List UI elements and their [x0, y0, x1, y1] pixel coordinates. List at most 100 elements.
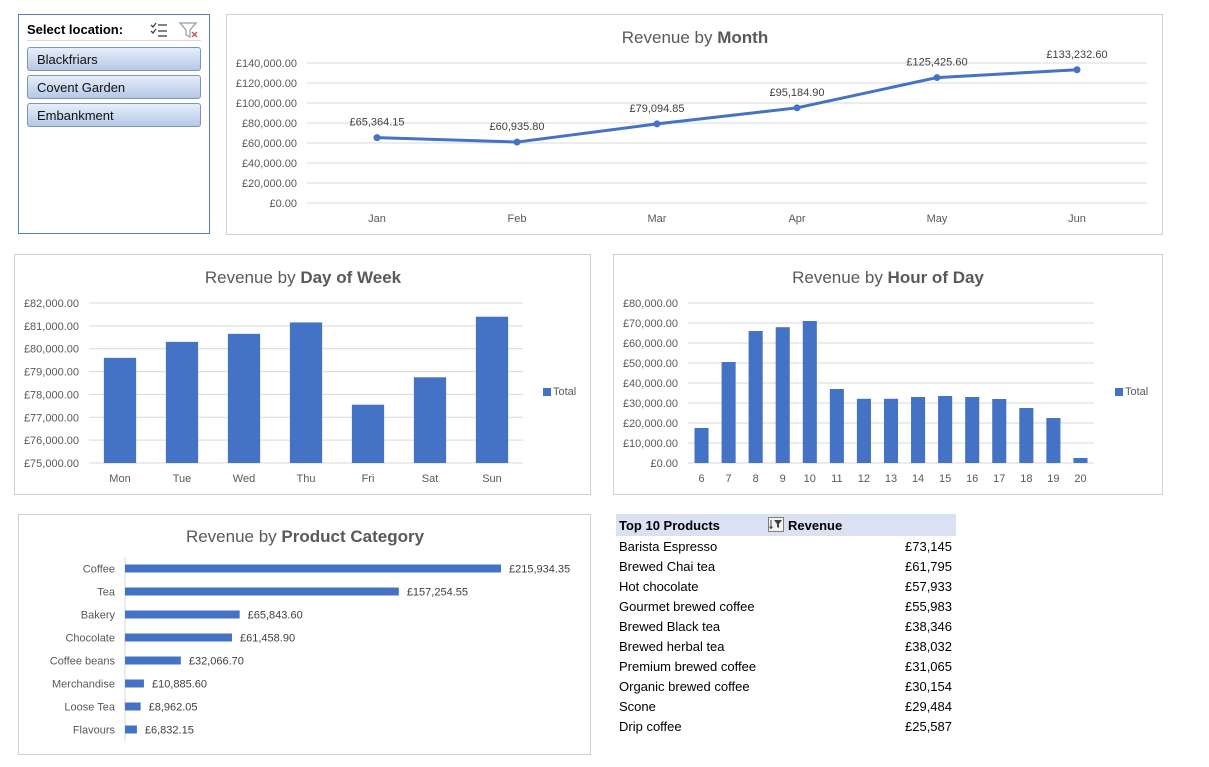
data-point: [513, 138, 521, 146]
product-name: Hot chocolate: [619, 579, 699, 594]
y-tick-label: £77,000.00: [24, 412, 79, 424]
data-label: £6,832.15: [145, 725, 194, 737]
x-tick-label: Thu: [297, 473, 316, 485]
bar: [694, 428, 709, 463]
category-label: Flavours: [73, 725, 116, 737]
x-tick-label: Feb: [508, 213, 527, 225]
x-tick-label: Sun: [482, 473, 502, 485]
sort-filter-icon[interactable]: [768, 517, 784, 532]
bar: [125, 679, 144, 688]
x-tick-label: 16: [966, 473, 978, 485]
legend-label: Total: [553, 386, 576, 398]
bar: [125, 656, 181, 665]
bar: [351, 404, 385, 463]
table-row: Hot chocolate £57,933: [616, 576, 956, 596]
table-row: Gourmet brewed coffee £55,983: [616, 596, 956, 616]
product-name: Drip coffee: [619, 719, 682, 734]
product-revenue: £30,154: [905, 679, 952, 694]
y-tick-label: £75,000.00: [24, 458, 79, 470]
category-label: Coffee beans: [50, 656, 116, 668]
bar: [883, 398, 899, 463]
table-header: Top 10 Products Revenue: [616, 514, 956, 536]
revenue-by-category-chart: Revenue by Product Category Coffee £215,93…: [50, 527, 570, 741]
chart-title: Revenue by Product Category: [186, 527, 425, 546]
slicer-item-blackfriars[interactable]: Blackfriars: [27, 47, 201, 71]
x-tick-label: 12: [858, 473, 870, 485]
y-tick-label: £120,000.00: [236, 78, 297, 90]
category-label: Coffee: [83, 564, 115, 576]
revenue-by-day-panel: Revenue by Day of Week £75,000.00 £76,000.…: [14, 254, 591, 495]
series-line: [376, 68, 1078, 144]
product-name: Organic brewed coffee: [619, 679, 750, 694]
bar: [475, 316, 509, 463]
category-label: Bakery: [81, 610, 116, 622]
chart-title: Revenue by Day of Week: [205, 268, 402, 287]
y-tick-label: £76,000.00: [24, 435, 79, 447]
data-label: £157,254.55: [407, 587, 468, 599]
revenue-by-hour-chart: Revenue by Hour of Day £0.00 £10,000.00 £20…: [623, 268, 1148, 485]
x-tick-label: 11: [831, 473, 842, 485]
legend-swatch: [543, 388, 551, 396]
data-point: [653, 120, 661, 128]
product-revenue: £29,484: [905, 699, 952, 714]
bar: [103, 357, 137, 463]
multi-select-icon[interactable]: [149, 21, 169, 39]
y-tick-label: £50,000.00: [623, 358, 678, 370]
y-tick-label: £80,000.00: [242, 118, 297, 130]
x-tick-label: Tue: [173, 473, 192, 485]
y-tick-label: £30,000.00: [623, 398, 678, 410]
product-revenue: £25,587: [905, 719, 952, 734]
clear-filter-icon[interactable]: [179, 21, 199, 39]
bar: [125, 725, 137, 734]
y-tick-label: £40,000.00: [242, 158, 297, 170]
bar: [775, 327, 790, 463]
y-tick-label: £100,000.00: [236, 98, 297, 110]
slicer-item-covent-garden[interactable]: Covent Garden: [27, 75, 201, 99]
bar: [992, 399, 1007, 463]
product-revenue: £55,983: [905, 599, 952, 614]
bar: [748, 331, 763, 463]
table-row: Premium brewed coffee £31,065: [616, 656, 956, 676]
chart-title: Revenue by Month: [622, 28, 768, 47]
y-tick-label: £0.00: [269, 198, 297, 210]
product-name: Brewed Chai tea: [619, 559, 716, 574]
bar: [802, 321, 817, 463]
y-tick-label: £20,000.00: [242, 178, 297, 190]
legend-label: Total: [1125, 386, 1148, 398]
bar: [227, 333, 261, 463]
y-tick-label: £79,000.00: [24, 367, 79, 379]
y-tick-label: £0.00: [650, 458, 678, 470]
revenue-by-day-chart: Revenue by Day of Week £75,000.00 £76,000.…: [24, 268, 576, 485]
location-slicer: Select location: Blackfriars Covent Gard…: [18, 14, 210, 234]
product-revenue: £38,032: [905, 639, 952, 654]
y-tick-label: £60,000.00: [623, 338, 678, 350]
x-tick-label: 7: [726, 473, 732, 485]
data-label: £125,425.60: [906, 57, 967, 69]
bar: [125, 633, 233, 642]
x-tick-label: Mar: [648, 213, 667, 225]
chart-title: Revenue by Hour of Day: [792, 268, 984, 287]
y-tick-label: £10,000.00: [623, 438, 678, 450]
x-tick-label: 10: [804, 473, 816, 485]
slicer-title: Select location:: [27, 22, 124, 37]
bar: [829, 389, 844, 463]
bar: [165, 341, 199, 463]
bar: [938, 396, 953, 463]
category-label: Merchandise: [52, 679, 115, 691]
table-row: Brewed Chai tea £61,795: [616, 556, 956, 576]
slicer-item-embankment[interactable]: Embankment: [27, 103, 201, 127]
table-row: Brewed herbal tea £38,032: [616, 636, 956, 656]
y-tick-label: £40,000.00: [623, 378, 678, 390]
bar: [125, 587, 399, 596]
x-tick-label: Mon: [109, 473, 130, 485]
y-tick-label: £81,000.00: [24, 321, 79, 333]
bar: [721, 362, 736, 463]
table-row: Organic brewed coffee £30,154: [616, 676, 956, 696]
data-label: £32,066.70: [189, 656, 244, 668]
product-name: Scone: [619, 699, 656, 714]
x-tick-label: Wed: [233, 473, 255, 485]
data-point: [933, 74, 941, 82]
data-point: [373, 134, 381, 142]
x-tick-label: 19: [1047, 473, 1059, 485]
revenue-by-month-chart: Revenue by Month £0.00 £20,000.00 £40,000.0…: [236, 28, 1147, 225]
